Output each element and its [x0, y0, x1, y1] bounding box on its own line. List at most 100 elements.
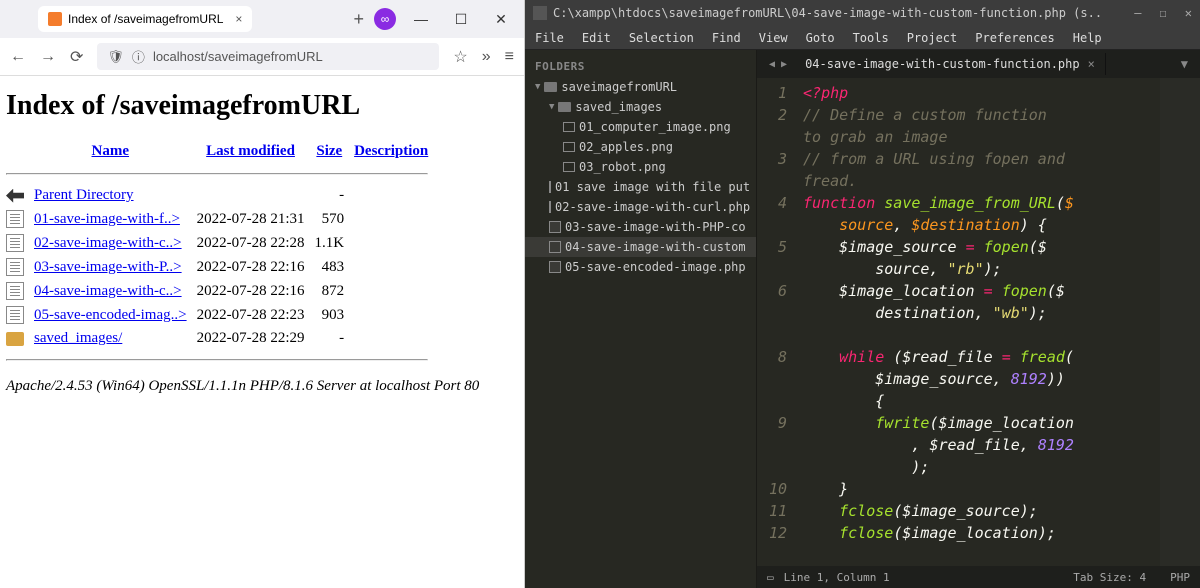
file-icon — [6, 234, 24, 252]
editor-tab[interactable]: 04-save-image-with-custom-function.php × — [795, 53, 1106, 75]
parent-dir-link[interactable]: Parent Directory — [34, 187, 134, 203]
tab-close-icon[interactable]: × — [1088, 57, 1095, 71]
sublime-logo-icon — [533, 6, 547, 20]
file-date: 2022-07-28 22:16 — [197, 279, 315, 303]
file-size: 570 — [315, 207, 355, 231]
code-area[interactable]: 12 3 4 5 6 8 9 101112 <?php // Define a … — [757, 78, 1200, 566]
tree-file[interactable]: 05-save-encoded-image.php — [525, 257, 756, 277]
file-link[interactable]: saved_images/ — [34, 330, 122, 346]
chevron-down-icon: ▼ — [535, 82, 540, 92]
menu-item[interactable]: Selection — [629, 31, 694, 45]
file-size: 872 — [315, 279, 355, 303]
code-text[interactable]: <?php // Define a custom function to gra… — [797, 78, 1160, 566]
table-row: Parent Directory - — [6, 184, 438, 207]
server-signature: Apache/2.4.53 (Win64) OpenSSL/1.1.1n PHP… — [6, 378, 518, 395]
xampp-favicon — [48, 12, 62, 26]
tree-folder[interactable]: ▼ saved_images — [525, 97, 756, 117]
tree-file[interactable]: 02-save-image-with-curl.php — [525, 197, 756, 217]
line-gutter: 12 3 4 5 6 8 9 101112 — [757, 78, 797, 566]
tab-close-icon[interactable]: × — [235, 12, 242, 26]
file-link[interactable]: 01-save-image-with-f..> — [34, 211, 180, 227]
table-row: 02-save-image-with-c..> 2022-07-28 22:28… — [6, 231, 438, 255]
minimize-icon[interactable]: — — [406, 11, 436, 27]
overflow-icon[interactable]: » — [482, 48, 491, 66]
file-link[interactable]: 02-save-image-with-c..> — [34, 235, 182, 251]
forward-button[interactable]: → — [40, 48, 56, 66]
browser-tab[interactable]: Index of /saveimagefromURL × — [38, 6, 252, 32]
file-size: 903 — [315, 303, 355, 327]
file-link[interactable]: 04-save-image-with-c..> — [34, 283, 182, 299]
directory-listing: Name Last modified Size Description Pare… — [6, 138, 438, 370]
bookmark-star-icon[interactable]: ☆ — [453, 47, 467, 67]
col-name[interactable]: Name — [92, 143, 130, 159]
file-link[interactable]: 03-save-image-with-P..> — [34, 259, 182, 275]
editor-close-icon[interactable]: ✕ — [1185, 6, 1192, 20]
file-icon — [549, 181, 551, 193]
menu-item[interactable]: File — [535, 31, 564, 45]
new-tab-button[interactable]: + — [353, 9, 364, 30]
file-icon — [549, 261, 561, 273]
status-cursor: Line 1, Column 1 — [784, 571, 890, 584]
tree-file[interactable]: 02_apples.png — [525, 137, 756, 157]
status-language[interactable]: PHP — [1170, 571, 1190, 584]
close-icon[interactable]: ✕ — [486, 11, 516, 28]
reload-button[interactable]: ⟳ — [70, 47, 83, 67]
menu-item[interactable]: Goto — [806, 31, 835, 45]
tree-file[interactable]: 01_computer_image.png — [525, 117, 756, 137]
address-bar[interactable]: 🛡 ⓘ localhost/saveimagefromURL — [97, 43, 439, 70]
tree-file[interactable]: 03_robot.png — [525, 157, 756, 177]
minimap[interactable] — [1160, 78, 1200, 566]
menu-item[interactable]: View — [759, 31, 788, 45]
parent-dir-icon — [6, 189, 24, 203]
file-date: 2022-07-28 22:16 — [197, 255, 315, 279]
tree-root-folder[interactable]: ▼ saveimagefromURL — [525, 77, 756, 97]
file-date: 2022-07-28 22:28 — [197, 231, 315, 255]
menu-item[interactable]: Preferences — [975, 31, 1054, 45]
maximize-icon[interactable]: ☐ — [446, 11, 476, 28]
table-row: 05-save-encoded-imag..> 2022-07-28 22:23… — [6, 303, 438, 327]
col-size[interactable]: Size — [316, 143, 342, 159]
editor-window: C:\xampp\htdocs\saveimagefromURL\04-save… — [525, 0, 1200, 588]
menu-item[interactable]: Edit — [582, 31, 611, 45]
file-icon — [549, 221, 561, 233]
col-desc[interactable]: Description — [354, 143, 428, 159]
tab-overflow-icon[interactable]: ▼ — [1173, 57, 1196, 71]
menu-item[interactable]: Tools — [853, 31, 889, 45]
editor-titlebar: C:\xampp\htdocs\saveimagefromURL\04-save… — [525, 0, 1200, 26]
page-title: Index of /saveimagefromURL — [6, 90, 518, 122]
menu-item[interactable]: Project — [907, 31, 958, 45]
file-date: 2022-07-28 21:31 — [197, 207, 315, 231]
extension-icon[interactable]: ∞ — [374, 8, 396, 30]
file-link[interactable]: 05-save-encoded-imag..> — [34, 307, 187, 323]
tree-file[interactable]: 04-save-image-with-custom — [525, 237, 756, 257]
shield-icon: 🛡 — [107, 49, 124, 65]
back-button[interactable]: ← — [10, 48, 26, 66]
file-icon — [549, 201, 551, 213]
menu-item[interactable]: Help — [1073, 31, 1102, 45]
editor-sidebar: FOLDERS ▼ saveimagefromURL ▼ saved_image… — [525, 50, 757, 588]
editor-title-path: C:\xampp\htdocs\saveimagefromURL\04-save… — [553, 6, 1134, 20]
menu-item[interactable]: Find — [712, 31, 741, 45]
url-text: localhost/saveimagefromURL — [153, 49, 323, 64]
image-icon — [563, 122, 575, 132]
folder-icon — [6, 332, 24, 346]
tab-title: Index of /saveimagefromURL — [68, 12, 223, 26]
editor-minimize-icon[interactable]: — — [1134, 6, 1141, 20]
file-size: - — [315, 327, 355, 350]
table-row: 03-save-image-with-P..> 2022-07-28 22:16… — [6, 255, 438, 279]
file-date: 2022-07-28 22:29 — [197, 327, 315, 350]
status-tabsize[interactable]: Tab Size: 4 — [1073, 571, 1146, 584]
file-icon — [6, 210, 24, 228]
editor-maximize-icon[interactable]: ☐ — [1160, 6, 1167, 20]
browser-navbar: ← → ⟳ 🛡 ⓘ localhost/saveimagefromURL ☆ »… — [0, 38, 524, 76]
status-console-icon[interactable]: ▭ — [767, 571, 774, 584]
tab-nav-arrows[interactable]: ◀ ▶ — [761, 59, 795, 70]
hamburger-icon[interactable]: ≡ — [505, 48, 514, 66]
file-icon — [6, 282, 24, 300]
chevron-down-icon: ▼ — [549, 102, 554, 112]
file-icon — [6, 306, 24, 324]
col-modified[interactable]: Last modified — [206, 143, 295, 159]
tree-file[interactable]: 01 save image with file put — [525, 177, 756, 197]
tree-file[interactable]: 03-save-image-with-PHP-co — [525, 217, 756, 237]
folder-icon — [544, 82, 557, 92]
